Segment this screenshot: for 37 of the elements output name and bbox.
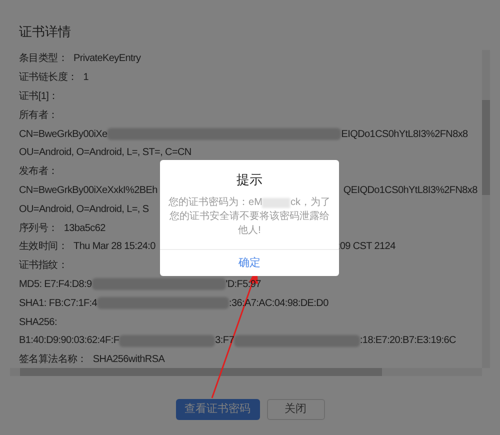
field-value: Thu Mar 28 15:24:0 bbox=[74, 240, 156, 254]
dialog-title: 提示 bbox=[236, 171, 262, 189]
field-label: 证书链长度： bbox=[19, 70, 78, 86]
field-value: SHA1: FB:C7:1F:4 bbox=[19, 296, 98, 311]
field-label: 生效时间： bbox=[19, 240, 68, 254]
dialog-message: 您的证书密码为：eM bbox=[168, 196, 262, 210]
view-password-button[interactable]: 查看证书密码 bbox=[176, 398, 260, 420]
field-value: SHA256: bbox=[19, 316, 57, 330]
field-value: 13ba5c62 bbox=[64, 222, 106, 236]
field-value: PrivateKeyEntry bbox=[74, 52, 141, 66]
blurred-text bbox=[262, 198, 290, 208]
field-value: B1:40:D9:90:03:62:4F:F bbox=[19, 334, 120, 348]
field-label: 证书指纹： bbox=[19, 258, 68, 274]
field-label: 序列号： bbox=[19, 222, 58, 236]
close-button[interactable]: 关闭 bbox=[266, 398, 324, 420]
dialog-message: 您的证书安全请不要将该密码泄露给他人! bbox=[168, 210, 330, 238]
field-label: 条目类型： bbox=[19, 52, 68, 66]
field-value: CN=BweGrkBy00iXeXxkI%2BEh bbox=[19, 184, 158, 198]
field-value: CN=BweGrkBy00iXe bbox=[19, 128, 108, 142]
field-value: MD5: E7:F4:D8:9 bbox=[19, 278, 92, 292]
horizontal-scrollbar[interactable] bbox=[10, 368, 482, 376]
field-label: 所有者： bbox=[19, 108, 58, 123]
confirm-button[interactable]: 确定 bbox=[238, 254, 260, 271]
field-value: QEIQDo1CS0hYtL8I3%2FN8x8 bbox=[343, 184, 478, 198]
field-value: :09 CST 2124 bbox=[337, 240, 396, 254]
panel-title: 证书详情 bbox=[18, 23, 72, 41]
vertical-scrollbar[interactable] bbox=[482, 50, 490, 368]
field-value: 1 bbox=[83, 71, 88, 86]
field-value: OU=Android, O=Android, L=, ST=, C=CN bbox=[19, 146, 192, 160]
field-value: SHA256withRSA bbox=[92, 353, 165, 368]
field-value: :18:E7:20:B7:E3:19:6C bbox=[360, 334, 456, 348]
field-value: EIQDo1CS0hYtL8I3%2FN8x8 bbox=[341, 128, 468, 142]
field-label: 发布者： bbox=[19, 164, 58, 180]
field-value: OU=Android, O=Android, L=, S bbox=[19, 202, 149, 217]
dialog-message: ck，为了 bbox=[290, 196, 330, 210]
field-label: 证书[1]： bbox=[19, 90, 58, 104]
field-label: 签名算法名称： bbox=[19, 352, 87, 368]
